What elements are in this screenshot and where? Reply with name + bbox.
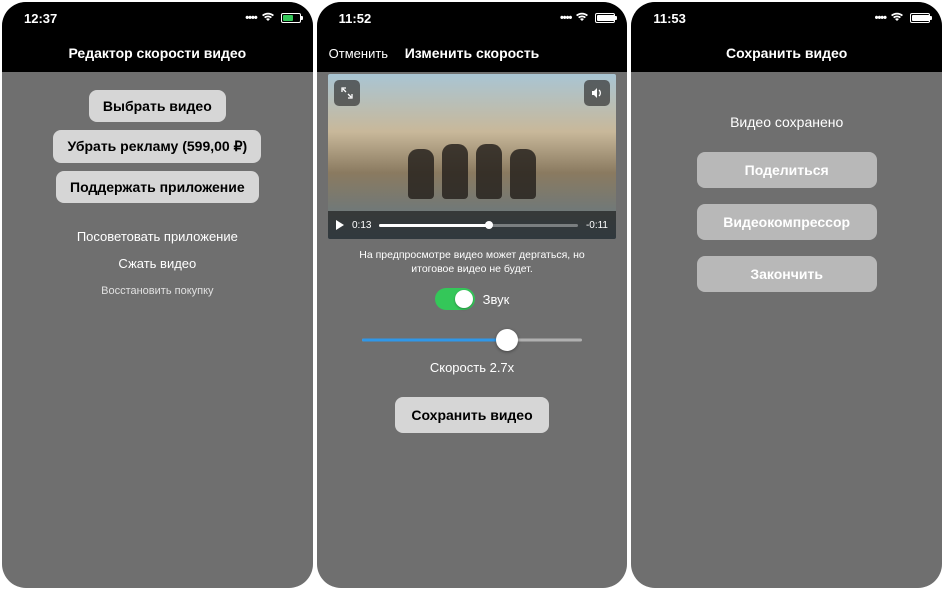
play-icon[interactable] <box>336 220 344 230</box>
compress-link[interactable]: Сжать видео <box>118 256 196 271</box>
status-bar: 11:52 •••• <box>317 2 628 34</box>
phone-screen-3: 11:53 •••• Сохранить видео Видео сохране… <box>631 2 942 588</box>
sound-toggle[interactable] <box>435 288 475 310</box>
content: 0:13 -0:11 На предпросмотре видео может … <box>317 72 628 588</box>
sound-label: Звук <box>483 292 510 307</box>
status-time: 11:53 <box>653 11 686 26</box>
cellular-icon: •••• <box>245 12 256 24</box>
remaining-time: -0:11 <box>586 220 608 231</box>
compressor-button[interactable]: Видеокомпрессор <box>697 204 877 240</box>
fullscreen-icon[interactable] <box>334 80 360 106</box>
phone-screen-2: 11:52 •••• Отменить Изменить скорость <box>317 2 628 588</box>
restore-purchase-link[interactable]: Восстановить покупку <box>101 285 213 297</box>
elapsed-time: 0:13 <box>352 220 371 231</box>
cellular-icon: •••• <box>560 12 571 24</box>
speed-slider[interactable] <box>362 328 582 352</box>
finish-button[interactable]: Закончить <box>697 256 877 292</box>
video-controls: 0:13 -0:11 <box>328 211 616 239</box>
header: Отменить Изменить скорость <box>317 34 628 72</box>
select-video-button[interactable]: Выбрать видео <box>89 90 226 122</box>
wifi-icon <box>575 12 589 25</box>
cancel-button[interactable]: Отменить <box>329 46 388 61</box>
cellular-icon: •••• <box>875 12 886 24</box>
video-progress[interactable] <box>379 224 577 227</box>
status-bar: 11:53 •••• <box>631 2 942 34</box>
battery-icon <box>910 13 930 23</box>
status-indicators: •••• <box>245 12 300 25</box>
share-button[interactable]: Поделиться <box>697 152 877 188</box>
sound-toggle-row: Звук <box>435 288 510 310</box>
recommend-link[interactable]: Посоветовать приложение <box>77 229 238 244</box>
header: Редактор скорости видео <box>2 34 313 72</box>
wifi-icon <box>890 12 904 25</box>
status-time: 11:52 <box>339 11 372 26</box>
remove-ads-button[interactable]: Убрать рекламу (599,00 ₽) <box>53 130 261 163</box>
wifi-icon <box>261 12 275 25</box>
status-time: 12:37 <box>24 11 57 26</box>
header: Сохранить видео <box>631 34 942 72</box>
sound-icon[interactable] <box>584 80 610 106</box>
video-preview[interactable]: 0:13 -0:11 <box>328 74 616 239</box>
content: Видео сохранено Поделиться Видеокомпресс… <box>631 72 942 588</box>
page-title: Сохранить видео <box>726 45 847 61</box>
content: Выбрать видео Убрать рекламу (599,00 ₽) … <box>2 72 313 588</box>
status-indicators: •••• <box>560 12 615 25</box>
support-app-button[interactable]: Поддержать приложение <box>56 171 259 203</box>
status-bar: 12:37 •••• <box>2 2 313 34</box>
page-title: Редактор скорости видео <box>68 45 246 61</box>
save-video-button[interactable]: Сохранить видео <box>395 397 548 433</box>
video-thumbnail <box>368 114 576 199</box>
battery-icon <box>595 13 615 23</box>
saved-message: Видео сохранено <box>730 114 843 130</box>
speed-label: Скорость 2.7x <box>430 360 514 375</box>
preview-hint: На предпросмотре видео может дергаться, … <box>337 249 608 276</box>
battery-charging-icon <box>281 13 301 23</box>
phone-screen-1: 12:37 •••• Редактор скорости видео Выбра… <box>2 2 313 588</box>
page-title: Изменить скорость <box>405 45 540 61</box>
status-indicators: •••• <box>875 12 930 25</box>
